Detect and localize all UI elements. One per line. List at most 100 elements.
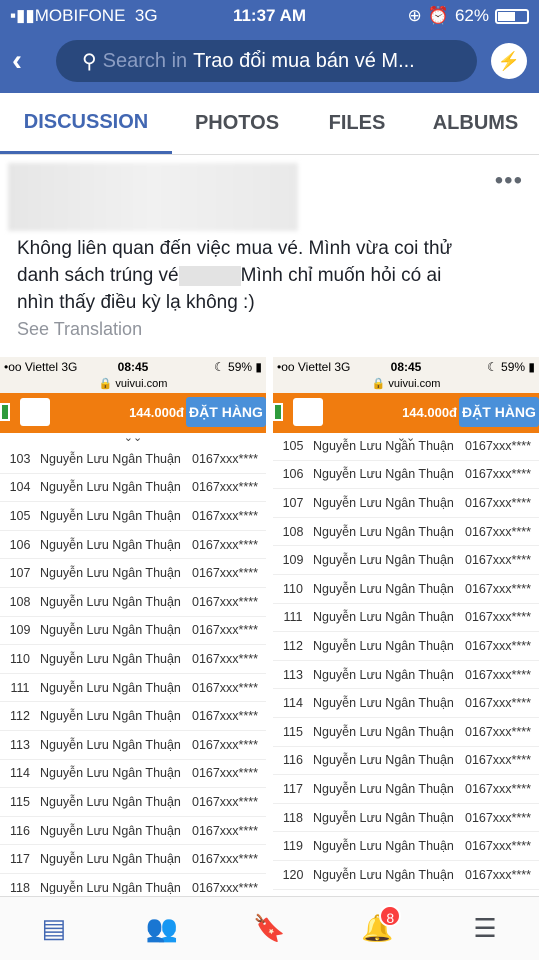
table-row: 106 Nguyễn Lưu Ngân Thuận 0167xxx****: [0, 531, 266, 560]
tab-files[interactable]: FILES: [302, 93, 412, 154]
row-number: 111: [283, 610, 303, 625]
table-row: 107 Nguyễn Lưu Ngân Thuận 0167xxx****: [273, 489, 539, 518]
row-name: Nguyễn Lưu Ngân Thuận: [40, 537, 181, 552]
table-row: 103 Nguyễn Lưu Ngân Thuận 0167xxx****: [0, 445, 266, 474]
row-number: 118: [283, 810, 303, 825]
row-phone: 0167xxx****: [192, 480, 259, 495]
row-name: Nguyễn Lưu Ngân Thuận: [313, 867, 454, 882]
row-phone: 0167xxx****: [192, 737, 259, 752]
row-phone: 0167xxx****: [465, 753, 532, 768]
table-row: 108 Nguyễn Lưu Ngân Thuận 0167xxx****: [273, 518, 539, 547]
row-name: Nguyễn Lưu Ngân Thuận: [313, 495, 454, 510]
row-number: 107: [9, 566, 31, 581]
table-row: 117 Nguyễn Lưu Ngân Thuận 0167xxx****: [273, 775, 539, 804]
photo-url: 🔒 vuivui.com: [273, 377, 539, 393]
row-phone: 0167xxx****: [465, 781, 532, 796]
row-name: Nguyễn Lưu Ngân Thuận: [40, 709, 181, 724]
row-name: Nguyễn Lưu Ngân Thuận: [40, 680, 181, 695]
row-phone: 0167xxx****: [192, 880, 259, 894]
table-row: 112 Nguyễn Lưu Ngân Thuận 0167xxx****: [0, 702, 266, 731]
row-name: Nguyễn Lưu Ngân Thuận: [40, 480, 181, 495]
table-row: 115 Nguyễn Lưu Ngân Thuận 0167xxx****: [0, 788, 266, 817]
row-number: 114: [283, 696, 303, 711]
row-name: Nguyễn Lưu Ngân Thuận: [313, 553, 454, 568]
bookmark-icon[interactable]: 🔖: [249, 911, 289, 947]
back-button[interactable]: ‹: [12, 44, 56, 78]
row-name: Nguyễn Lưu Ngân Thuận: [313, 524, 454, 539]
row-number: 114: [10, 766, 30, 781]
row-number: 103: [9, 451, 31, 466]
table-row: 113 Nguyễn Lưu Ngân Thuận 0167xxx****: [0, 731, 266, 760]
row-name: Nguyễn Lưu Ngân Thuận: [313, 839, 454, 854]
row-name: Nguyễn Lưu Ngân Thuận: [40, 737, 181, 752]
row-number: 119: [283, 839, 303, 854]
row-number: 111: [10, 680, 30, 695]
row-phone: 0167xxx****: [465, 667, 532, 682]
table-row: 110 Nguyễn Lưu Ngân Thuận 0167xxx****: [273, 575, 539, 604]
groups-icon[interactable]: 👥: [142, 911, 182, 947]
notifications-icon[interactable]: 🔔 8: [357, 904, 402, 947]
row-phone: 0167xxx****: [192, 594, 259, 609]
table-row: 109 Nguyễn Lưu Ngân Thuận 0167xxx****: [0, 617, 266, 646]
see-translation-link[interactable]: See Translation: [17, 319, 142, 340]
post-photo-2[interactable]: •oo Viettel 3G 08:45 ☾ 59% ▮ 🔒 vuivui.com …: [273, 357, 539, 894]
more-options-button[interactable]: •••: [495, 167, 523, 195]
row-phone: 0167xxx****: [465, 724, 532, 739]
table-row: 116 Nguyễn Lưu Ngân Thuận 0167xxx****: [0, 817, 266, 846]
table-row: 111 Nguyễn Lưu Ngân Thuận 0167xxx****: [0, 674, 266, 703]
row-number: 115: [10, 794, 30, 809]
photo-status-bar: •oo Viettel 3G 08:45 ☾ 59% ▮: [273, 357, 539, 377]
table-row: 105 Nguyễn Lưu Ngân Thuận 0167xxx****: [0, 502, 266, 531]
row-number: 113: [283, 667, 303, 682]
table-row: 104 Nguyễn Lưu Ngân Thuận 0167xxx****: [0, 474, 266, 503]
tab-discussion[interactable]: DISCUSSION: [0, 93, 172, 154]
tab-albums[interactable]: ALBUMS: [412, 93, 539, 154]
row-number: 108: [282, 524, 304, 539]
search-icon: ⚲: [82, 50, 97, 73]
table-row: 107 Nguyễn Lưu Ngân Thuận 0167xxx****: [0, 559, 266, 588]
table-row: 118 Nguyễn Lưu Ngân Thuận 0167xxx****: [273, 804, 539, 833]
photo-order-bar: 144.000đ ĐẶT HÀNG: [0, 393, 266, 433]
row-phone: 0167xxx****: [465, 610, 532, 625]
row-name: Nguyễn Lưu Ngân Thuận: [40, 766, 181, 781]
row-name: Nguyễn Lưu Ngân Thuận: [40, 451, 181, 466]
post-text: Không liên quan đến việc mua vé. Mình vừ…: [17, 235, 517, 316]
notification-badge: 8: [379, 904, 402, 927]
photo-status-bar: •oo Viettel 3G 08:45 ☾ 59% ▮: [0, 357, 266, 377]
row-name: Nguyễn Lưu Ngân Thuận: [313, 724, 454, 739]
row-phone: 0167xxx****: [465, 810, 532, 825]
row-name: Nguyễn Lưu Ngân Thuận: [313, 696, 454, 711]
row-name: Nguyễn Lưu Ngân Thuận: [40, 508, 181, 523]
row-name: Nguyễn Lưu Ngân Thuận: [313, 667, 454, 682]
photo-order-bar: 144.000đ ĐẶT HÀNG: [273, 393, 539, 433]
row-phone: 0167xxx****: [192, 680, 259, 695]
table-row: 120 Nguyễn Lưu Ngân Thuận 0167xxx****: [273, 861, 539, 890]
row-name: Nguyễn Lưu Ngân Thuận: [40, 594, 181, 609]
post-photo-1[interactable]: •oo Viettel 3G 08:45 ☾ 59% ▮ 🔒 vuivui.com …: [0, 357, 266, 894]
tab-photos[interactable]: PHOTOS: [172, 93, 302, 154]
row-name: Nguyễn Lưu Ngân Thuận: [313, 581, 454, 596]
table-row: 110 Nguyễn Lưu Ngân Thuận 0167xxx****: [0, 645, 266, 674]
group-search-input[interactable]: ⚲ Search in Trao đổi mua bán vé M...: [56, 40, 477, 82]
clock: 11:37 AM: [232, 6, 307, 25]
photo-quantity-box: [20, 398, 50, 426]
news-feed-icon[interactable]: ▤: [34, 911, 74, 947]
table-row: 119 Nguyễn Lưu Ngân Thuận 0167xxx****: [273, 832, 539, 861]
post-line: Mình chỉ muốn hỏi có ai: [240, 265, 442, 286]
row-name: Nguyễn Lưu Ngân Thuận: [313, 810, 454, 825]
photo-green-icon: [273, 403, 283, 421]
menu-icon[interactable]: ☰: [465, 911, 505, 947]
photo-quantity-box: [293, 398, 323, 426]
row-phone: 0167xxx****: [192, 566, 259, 581]
row-number: 110: [283, 581, 303, 596]
row-phone: 0167xxx****: [465, 553, 532, 568]
photo-url: 🔒 vuivui.com: [0, 377, 266, 393]
row-phone: 0167xxx****: [192, 651, 259, 666]
table-row: 105 Nguyễn Lưu Ngân Thuận 0167xxx****: [273, 432, 539, 461]
messenger-icon[interactable]: ⚡: [491, 43, 527, 79]
row-number: 113: [10, 737, 30, 752]
table-row: 111 Nguyễn Lưu Ngân Thuận 0167xxx****: [273, 604, 539, 633]
row-name: Nguyễn Lưu Ngân Thuận: [313, 610, 454, 625]
table-row: 112 Nguyễn Lưu Ngân Thuận 0167xxx****: [273, 632, 539, 661]
table-row: 118 Nguyễn Lưu Ngân Thuận 0167xxx****: [0, 874, 266, 894]
